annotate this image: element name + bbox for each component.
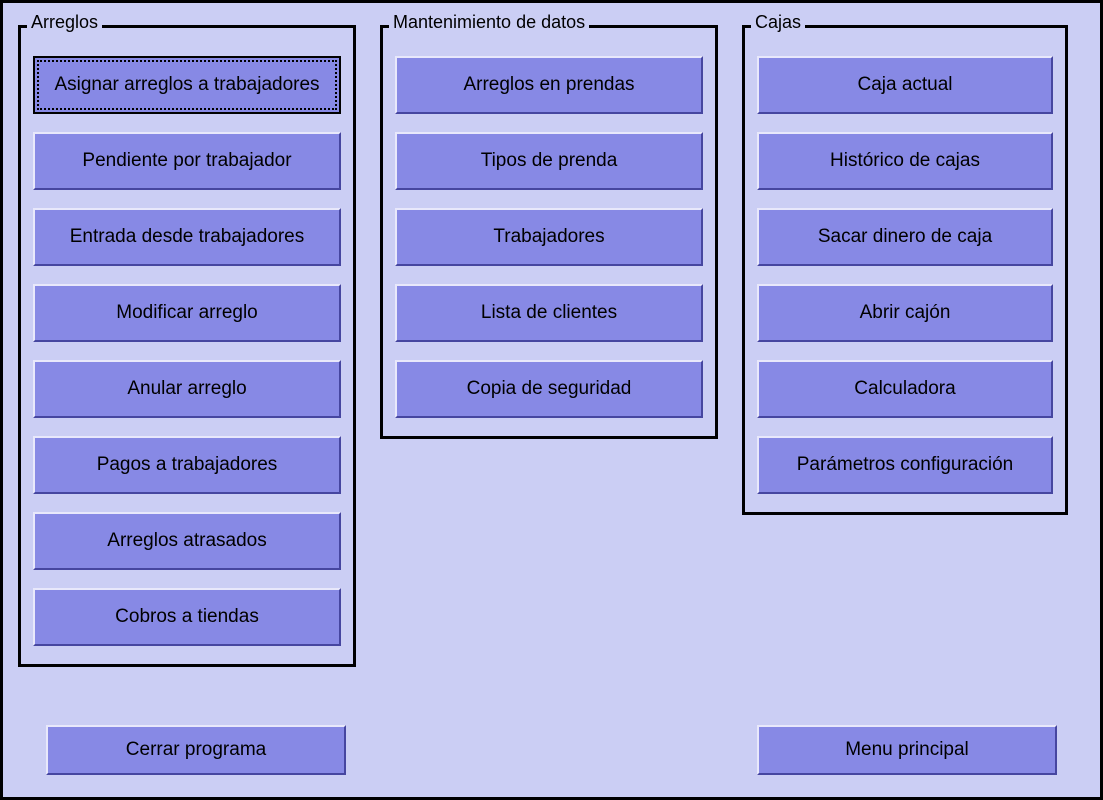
- btn-arreglos-en-prendas[interactable]: Arreglos en prendas: [395, 56, 703, 114]
- btn-arreglos-atrasados[interactable]: Arreglos atrasados: [33, 512, 341, 570]
- btn-pendiente-por-trabajador[interactable]: Pendiente por trabajador: [33, 132, 341, 190]
- group-mantenimiento-title: Mantenimiento de datos: [389, 12, 589, 33]
- btn-calculadora[interactable]: Calculadora: [757, 360, 1053, 418]
- btn-asignar-arreglos-trabajadores[interactable]: Asignar arreglos a trabajadores: [33, 56, 341, 114]
- columns-container: Arreglos Asignar arreglos a trabajadores…: [18, 13, 1085, 667]
- group-arreglos: Arreglos Asignar arreglos a trabajadores…: [18, 25, 356, 667]
- btn-lista-de-clientes[interactable]: Lista de clientes: [395, 284, 703, 342]
- btn-sacar-dinero-de-caja[interactable]: Sacar dinero de caja: [757, 208, 1053, 266]
- btn-menu-principal[interactable]: Menu principal: [757, 725, 1057, 775]
- bottom-row: Cerrar programa Menu principal: [18, 725, 1085, 775]
- main-window: Arreglos Asignar arreglos a trabajadores…: [0, 0, 1103, 800]
- group-mantenimiento: Mantenimiento de datos Arreglos en prend…: [380, 25, 718, 439]
- btn-caja-actual[interactable]: Caja actual: [757, 56, 1053, 114]
- group-arreglos-title: Arreglos: [27, 12, 102, 33]
- btn-anular-arreglo[interactable]: Anular arreglo: [33, 360, 341, 418]
- btn-pagos-a-trabajadores[interactable]: Pagos a trabajadores: [33, 436, 341, 494]
- btn-parametros-configuracion[interactable]: Parámetros configuración: [757, 436, 1053, 494]
- btn-copia-de-seguridad[interactable]: Copia de seguridad: [395, 360, 703, 418]
- btn-cerrar-programa[interactable]: Cerrar programa: [46, 725, 346, 775]
- btn-historico-de-cajas[interactable]: Histórico de cajas: [757, 132, 1053, 190]
- btn-abrir-cajon[interactable]: Abrir cajón: [757, 284, 1053, 342]
- btn-trabajadores[interactable]: Trabajadores: [395, 208, 703, 266]
- btn-cobros-a-tiendas[interactable]: Cobros a tiendas: [33, 588, 341, 646]
- btn-modificar-arreglo[interactable]: Modificar arreglo: [33, 284, 341, 342]
- group-cajas-title: Cajas: [751, 12, 805, 33]
- btn-tipos-de-prenda[interactable]: Tipos de prenda: [395, 132, 703, 190]
- btn-entrada-desde-trabajadores[interactable]: Entrada desde trabajadores: [33, 208, 341, 266]
- group-cajas: Cajas Caja actual Histórico de cajas Sac…: [742, 25, 1068, 515]
